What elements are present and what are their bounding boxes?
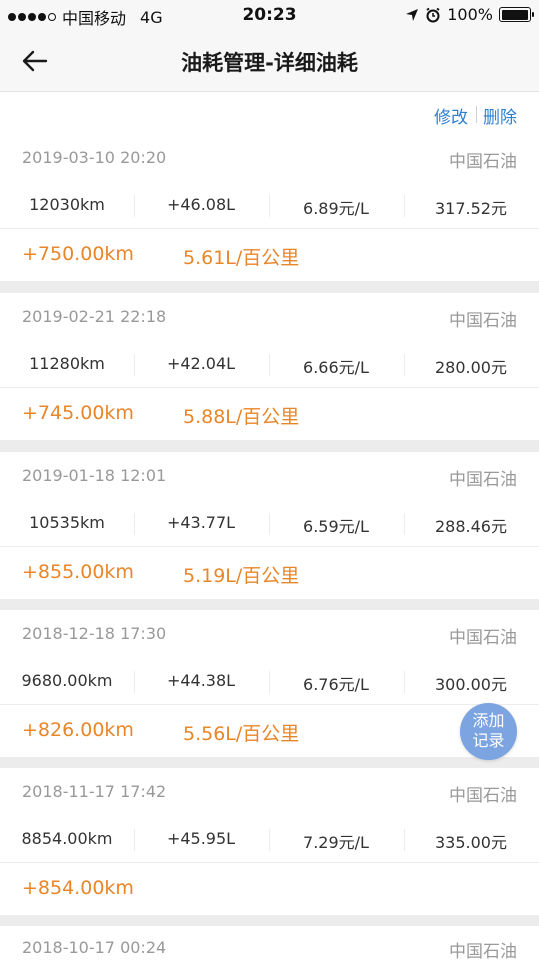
delete-button[interactable]: 删除 [483, 103, 517, 128]
record-odometer: 11280km [29, 354, 105, 373]
record-footer: +854.00km [0, 863, 539, 915]
record-footer: +745.00km 5.88L/百公里 [0, 388, 539, 440]
record-header: 2018-12-18 17:30 中国石油 [0, 610, 539, 659]
record-footer: +750.00km 5.61L/百公里 [0, 229, 539, 281]
record-cost: 300.00元 [435, 675, 507, 694]
record-header: 2018-10-17 00:24 中国石油 [0, 926, 539, 960]
record-price: 6.59元/L [303, 517, 369, 536]
fuel-record[interactable]: 2018-10-17 00:24 中国石油 [0, 926, 539, 960]
record-odometer: 10535km [29, 513, 105, 532]
record-fuel: +44.38L [166, 671, 236, 690]
record-odometer: 8854.00km [21, 829, 113, 848]
record-datetime: 2019-02-21 22:18 [22, 307, 167, 326]
record-distance: +855.00km [22, 561, 134, 583]
record-fuel: +45.95L [166, 829, 236, 848]
battery-percent: 100% [447, 5, 493, 24]
record-header: 2019-03-10 20:20 中国石油 [0, 134, 539, 183]
edit-button[interactable]: 修改 [434, 103, 468, 128]
actions-row: 修改 删除 [0, 92, 539, 134]
record-metrics: 10535km +43.77L 6.59元/L 288.46元 [0, 501, 539, 547]
nav-bar: 油耗管理-详细油耗 [0, 30, 539, 92]
record-price: 6.89元/L [303, 199, 369, 218]
record-price: 7.29元/L [303, 833, 369, 852]
record-fuel: +43.77L [166, 513, 236, 532]
record-datetime: 2018-11-17 17:42 [22, 782, 167, 801]
record-datetime: 2018-12-18 17:30 [22, 624, 167, 643]
record-consumption: 5.19L/百公里 [183, 565, 300, 587]
record-fuel: +42.04L [166, 354, 236, 373]
add-record-label-line1: 添加 [472, 711, 505, 730]
action-divider [476, 106, 477, 123]
record-datetime: 2018-10-17 00:24 [22, 938, 167, 957]
record-cost: 335.00元 [435, 833, 507, 852]
fuel-record[interactable]: 2019-03-10 20:20 中国石油 12030km +46.08L 6.… [0, 134, 539, 281]
fuel-record[interactable]: 2019-01-18 12:01 中国石油 10535km +43.77L 6.… [0, 452, 539, 599]
record-distance: +745.00km [22, 402, 134, 424]
record-datetime: 2019-01-18 12:01 [22, 466, 167, 485]
record-station: 中国石油 [449, 311, 517, 331]
record-price: 6.66元/L [303, 358, 369, 377]
record-cost: 280.00元 [435, 358, 507, 377]
record-metrics: 9680.00km +44.38L 6.76元/L 300.00元 [0, 659, 539, 705]
record-distance: +854.00km [22, 877, 134, 899]
record-consumption: 5.56L/百公里 [183, 723, 300, 745]
record-cost: 288.46元 [435, 517, 507, 536]
record-odometer: 9680.00km [21, 671, 113, 690]
record-fuel: +46.08L [166, 195, 236, 214]
alarm-clock-icon [426, 7, 440, 22]
record-header: 2018-11-17 17:42 中国石油 [0, 768, 539, 817]
page-title: 油耗管理-详细油耗 [181, 51, 358, 75]
record-cost: 317.52元 [435, 199, 507, 218]
record-station: 中国石油 [449, 786, 517, 806]
record-datetime: 2019-03-10 20:20 [22, 148, 167, 167]
fuel-record[interactable]: 2018-11-17 17:42 中国石油 8854.00km +45.95L … [0, 768, 539, 915]
record-distance: +826.00km [22, 719, 134, 741]
status-right: 100% [405, 5, 534, 24]
record-price: 6.76元/L [303, 675, 369, 694]
record-odometer: 12030km [29, 195, 105, 214]
fuel-record[interactable]: 2018-12-18 17:30 中国石油 9680.00km +44.38L … [0, 610, 539, 757]
record-metrics: 12030km +46.08L 6.89元/L 317.52元 [0, 183, 539, 229]
record-metrics: 11280km +42.04L 6.66元/L 280.00元 [0, 342, 539, 388]
add-record-button[interactable]: 添加 记录 [460, 703, 517, 760]
record-consumption: 5.88L/百公里 [183, 406, 300, 428]
record-header: 2019-02-21 22:18 中国石油 [0, 293, 539, 342]
record-station: 中国石油 [449, 942, 517, 960]
battery-icon [499, 7, 534, 22]
record-footer: +855.00km 5.19L/百公里 [0, 547, 539, 599]
record-footer: +826.00km 5.56L/百公里 [0, 705, 539, 757]
record-station: 中国石油 [449, 628, 517, 648]
add-record-label-line2: 记录 [472, 731, 505, 750]
record-distance: +750.00km [22, 243, 134, 265]
record-metrics: 8854.00km +45.95L 7.29元/L 335.00元 [0, 817, 539, 863]
record-station: 中国石油 [449, 470, 517, 490]
fuel-record[interactable]: 2019-02-21 22:18 中国石油 11280km +42.04L 6.… [0, 293, 539, 440]
record-station: 中国石油 [449, 152, 517, 172]
location-arrow-icon [406, 8, 419, 21]
record-consumption: 5.61L/百公里 [183, 247, 300, 269]
status-bar: 中国移动 4G 20:23 100% [0, 0, 539, 30]
record-header: 2019-01-18 12:01 中国石油 [0, 452, 539, 501]
